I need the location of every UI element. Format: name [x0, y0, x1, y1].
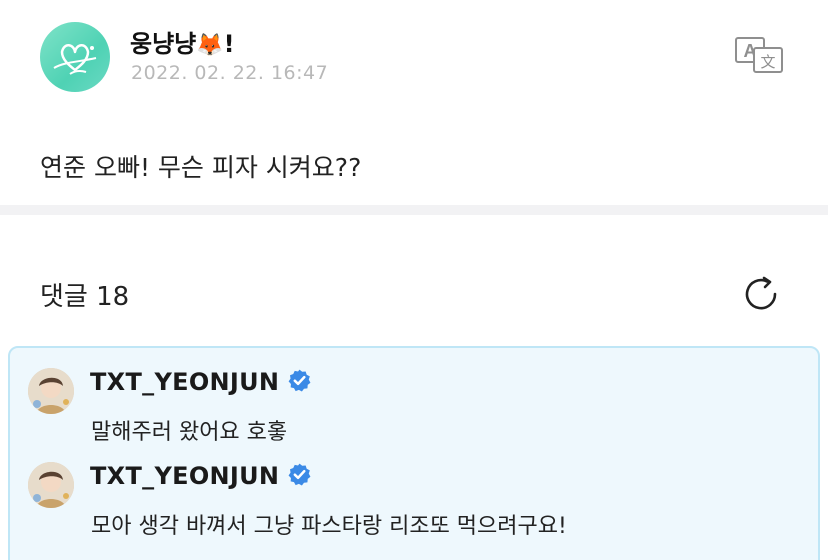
post-header: 웅냥냥🦊! 2022. 02. 22. 16:47 A 文 [0, 0, 828, 110]
section-divider [0, 205, 828, 215]
artist-avatar-icon [28, 368, 74, 414]
refresh-icon [745, 276, 777, 310]
comment-item[interactable]: TXT_YEONJUN 말해주러 왔어요 호홓 [10, 362, 818, 452]
commenter-name-text: TXT_YEONJUN [90, 368, 280, 396]
translate-icon: A 文 [735, 37, 783, 73]
verified-badge-icon [287, 462, 312, 487]
artist-avatar-icon [28, 462, 74, 508]
author-avatar[interactable] [40, 22, 110, 92]
weverse-post-page: 웅냥냥🦊! 2022. 02. 22. 16:47 A 文 연준 오빠! 무슨 … [0, 0, 828, 560]
commenter-avatar[interactable] [28, 368, 74, 414]
commenter-name[interactable]: TXT_YEONJUN [90, 462, 312, 490]
translate-button[interactable]: A 文 [732, 34, 786, 76]
commenter-avatar[interactable] [28, 462, 74, 508]
post-timestamp: 2022. 02. 22. 16:47 [131, 62, 329, 84]
comments-count-title: 댓글 18 [40, 282, 130, 312]
artist-comments-box: TXT_YEONJUN 말해주러 왔어요 호홓 TXT_YEONJUN 모아 생… [8, 346, 820, 560]
author-name[interactable]: 웅냥냥🦊! [130, 24, 235, 59]
verified-badge-icon [287, 368, 312, 393]
commenter-name-text: TXT_YEONJUN [90, 462, 280, 490]
fox-emoji-icon: 🦊 [196, 33, 224, 58]
commenter-name[interactable]: TXT_YEONJUN [90, 368, 312, 396]
comment-text: 말해주러 왔어요 호홓 [91, 420, 288, 445]
comment-text: 모아 생각 바껴서 그냥 파스타랑 리조또 먹으려구요! [91, 514, 567, 539]
avatar-doodle-icon [53, 44, 97, 75]
author-name-text: 웅냥냥 [130, 30, 197, 58]
svg-text:文: 文 [760, 53, 775, 71]
author-name-suffix: ! [223, 30, 235, 58]
post-body-text: 연준 오빠! 무슨 피자 시켜요?? [40, 153, 362, 182]
comment-item[interactable]: TXT_YEONJUN 모아 생각 바껴서 그냥 파스타랑 리조또 먹으려구요! [10, 456, 818, 546]
refresh-comments-button[interactable] [740, 273, 782, 315]
